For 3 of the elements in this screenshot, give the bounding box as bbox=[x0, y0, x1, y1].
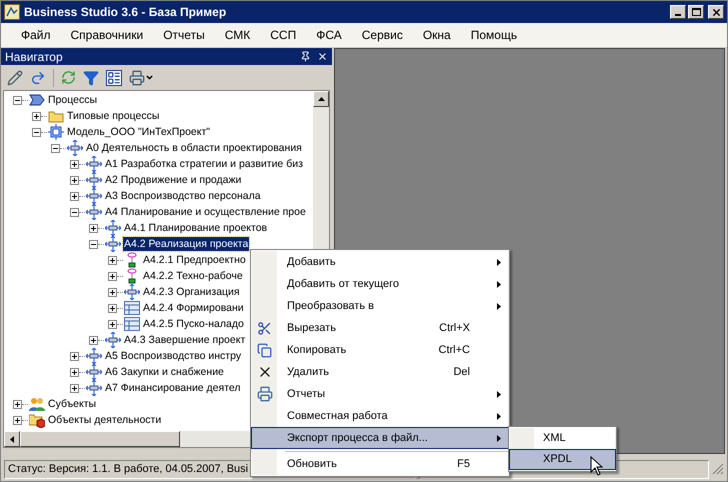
panel-title: Навигатор bbox=[5, 48, 64, 66]
status-text: Статус: Версия: 1.1. В работе, 04.05.2007, Busi bbox=[8, 462, 248, 477]
window-title: Business Studio 3.6 - База Пример bbox=[24, 4, 228, 21]
